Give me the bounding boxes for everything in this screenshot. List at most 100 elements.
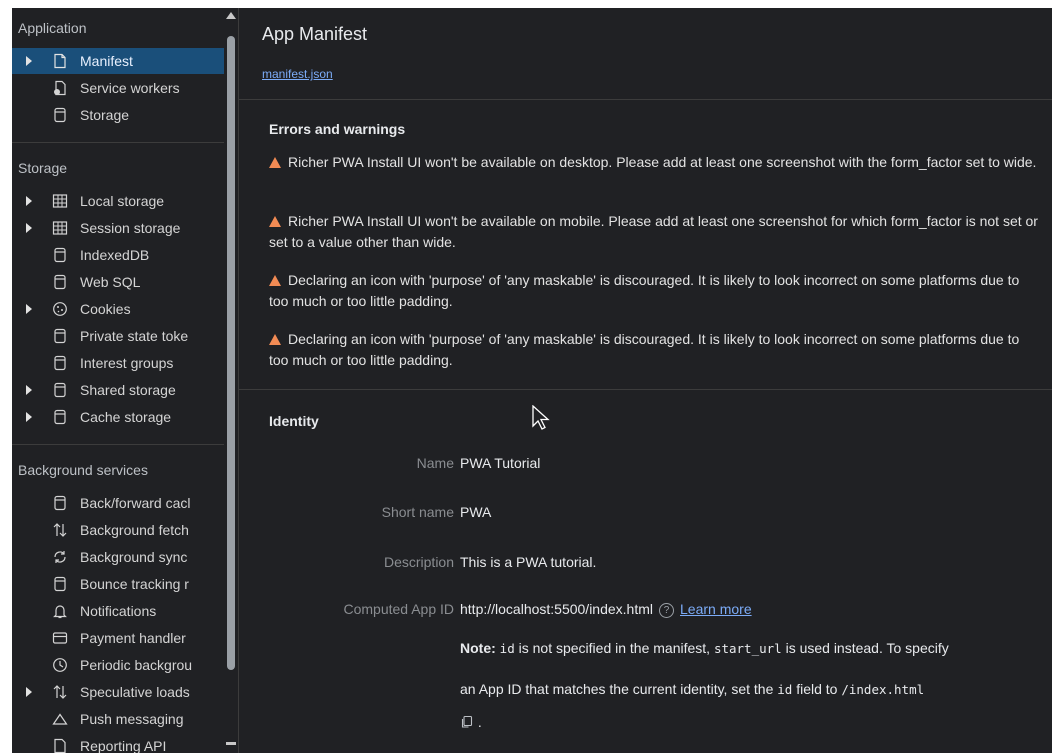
short-name-value: PWA <box>460 504 492 520</box>
database-icon <box>52 274 68 290</box>
section-divider <box>239 389 1052 390</box>
database-icon <box>52 107 68 123</box>
section-title-application: Application <box>18 20 87 36</box>
note-label: Note: <box>460 640 496 656</box>
sidebar-item-label: Background sync <box>80 549 188 565</box>
sidebar-item-interest-groups[interactable]: Interest groups <box>12 350 224 376</box>
sidebar-item-storage[interactable]: Storage <box>12 102 224 128</box>
sidebar-item-label: Periodic backgrou <box>80 657 193 673</box>
sidebar-item-label: Storage <box>80 107 130 123</box>
expand-arrow-icon[interactable] <box>26 385 32 395</box>
sidebar-item-cookies[interactable]: Cookies <box>12 296 224 322</box>
index-path-code: /index.html <box>841 682 925 697</box>
manifest-link[interactable]: manifest.json <box>262 67 333 81</box>
app-id-note-line3: . <box>460 714 482 732</box>
warning-icon <box>269 157 281 168</box>
sidebar-scrollbar[interactable] <box>224 8 238 753</box>
learn-more-link[interactable]: Learn more <box>680 601 752 617</box>
sidebar-item-background-sync[interactable]: Background sync <box>12 544 224 570</box>
app-id-row: http://localhost:5500/index.html? Learn m… <box>460 601 752 618</box>
sidebar-item-label: Push messaging <box>80 711 184 727</box>
up-down-arrows-icon <box>52 522 68 538</box>
app-id-note-line2: an App ID that matches the current ident… <box>460 681 925 697</box>
expand-arrow-icon[interactable] <box>26 223 32 233</box>
sidebar-item-background-fetch[interactable]: Background fetch <box>12 517 224 543</box>
sidebar-item-label: Interest groups <box>80 355 174 371</box>
sidebar-item-cache-storage[interactable]: Cache storage <box>12 404 224 430</box>
scrollbar-thumb[interactable] <box>227 36 235 670</box>
warning-icon <box>269 334 281 345</box>
sidebar-item-local-storage[interactable]: Local storage <box>12 188 224 214</box>
sidebar-item-payment-handler[interactable]: Payment handler <box>12 625 224 651</box>
app-id-value: http://localhost:5500/index.html <box>460 601 654 617</box>
warning-message: Declaring an icon with 'purpose' of 'any… <box>269 272 1020 309</box>
sidebar-item-manifest[interactable]: Manifest <box>12 48 224 74</box>
sidebar-item-speculative-loads[interactable]: Speculative loads <box>12 679 224 705</box>
sidebar-item-label: Private state toke <box>80 328 189 344</box>
service-worker-icon <box>52 80 68 96</box>
scroll-down-icon[interactable] <box>226 742 236 745</box>
table-icon <box>52 193 68 209</box>
up-down-arrows-icon <box>52 684 68 700</box>
sidebar-item-label: Reporting API <box>80 738 167 753</box>
database-icon <box>52 495 68 511</box>
note-id-code: id <box>777 682 793 697</box>
sidebar-item-label: Service workers <box>80 80 180 96</box>
sidebar-item-notifications[interactable]: Notifications <box>12 598 224 624</box>
section-title-background-services: Background services <box>18 462 148 478</box>
cloud-icon <box>52 711 68 727</box>
expand-arrow-icon[interactable] <box>26 687 32 697</box>
expand-arrow-icon[interactable] <box>26 412 32 422</box>
sidebar-item-label: IndexedDB <box>80 247 150 263</box>
page-title: App Manifest <box>262 24 368 44</box>
database-icon <box>52 576 68 592</box>
sidebar-item-indexeddb[interactable]: IndexedDB <box>12 242 224 268</box>
sidebar-item-label: Speculative loads <box>80 684 190 700</box>
note-id-code: id <box>499 641 515 656</box>
sync-icon <box>52 549 68 565</box>
sidebar-item-label: Background fetch <box>80 522 189 538</box>
help-icon[interactable]: ? <box>659 603 675 618</box>
app-id-note: Note: id is not specified in the manifes… <box>460 640 949 656</box>
database-icon <box>52 382 68 398</box>
table-icon <box>52 220 68 236</box>
warning-icon <box>269 216 281 227</box>
sidebar-item-web-sql[interactable]: Web SQL <box>12 269 224 295</box>
app-id-label: Computed App ID <box>343 601 454 617</box>
mouse-cursor-icon <box>532 404 550 436</box>
sidebar-item-periodic-background-sync[interactable]: Periodic backgrou <box>12 652 224 678</box>
copy-icon[interactable] <box>460 715 474 732</box>
sidebar-item-push-messaging[interactable]: Push messaging <box>12 706 224 732</box>
identity-heading: Identity <box>269 413 319 429</box>
expand-arrow-icon[interactable] <box>26 304 32 314</box>
sidebar-divider <box>12 444 224 445</box>
sidebar-item-back-forward-cache[interactable]: Back/forward cacl <box>12 490 224 516</box>
database-icon <box>52 328 68 344</box>
warning-message: Declaring an icon with 'purpose' of 'any… <box>269 331 1020 368</box>
card-icon <box>52 630 68 646</box>
scroll-up-icon[interactable] <box>226 12 236 19</box>
sidebar-item-reporting-api[interactable]: Reporting API <box>12 733 224 753</box>
section-title-storage: Storage <box>18 160 68 176</box>
sidebar-item-label: Back/forward cacl <box>80 495 191 511</box>
document-icon <box>52 738 68 753</box>
sidebar-item-session-storage[interactable]: Session storage <box>12 215 224 241</box>
sidebar-item-service-workers[interactable]: Service workers <box>12 75 224 101</box>
sidebar: Application Manifest Service workers Sto… <box>12 8 224 753</box>
sidebar-item-label: Cache storage <box>80 409 172 425</box>
sidebar-item-label: Notifications <box>80 603 157 619</box>
description-value: This is a PWA tutorial. <box>460 554 597 570</box>
warning-icon <box>269 275 281 286</box>
sidebar-item-label: Shared storage <box>80 382 176 398</box>
section-divider <box>239 99 1052 100</box>
expand-arrow-icon[interactable] <box>26 196 32 206</box>
sidebar-item-label: Manifest <box>80 53 133 69</box>
database-icon <box>52 247 68 263</box>
sidebar-item-label: Local storage <box>80 193 165 209</box>
sidebar-item-label: Session storage <box>80 220 181 236</box>
sidebar-item-bounce-tracking[interactable]: Bounce tracking r <box>12 571 224 597</box>
expand-arrow-icon[interactable] <box>26 56 32 66</box>
sidebar-item-private-state-tokens[interactable]: Private state toke <box>12 323 224 349</box>
errors-heading: Errors and warnings <box>269 121 406 137</box>
sidebar-item-shared-storage[interactable]: Shared storage <box>12 377 224 403</box>
